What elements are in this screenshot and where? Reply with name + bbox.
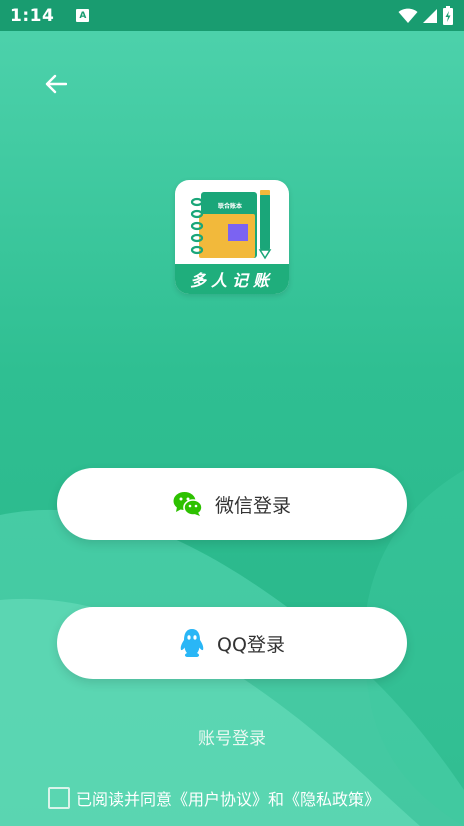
back-arrow-icon [45,74,67,94]
agreement-checkbox[interactable] [48,787,70,809]
wechat-login-label: 微信登录 [214,494,291,517]
wechat-login-button[interactable]: 微信登录 [57,468,407,540]
app-logo: 联合账本 多人记账 [175,180,289,294]
notebook-icon [190,190,272,260]
account-login-link[interactable]: 账号登录 [0,724,464,749]
status-icons [398,5,454,26]
wechat-icon [173,492,203,516]
status-time: 1:14 [10,5,55,26]
login-screen: 1:14 A 联合账本 多人记账 微信登录 QQ登录 账号登录 已阅读并同意《用… [0,0,464,826]
status-bar: 1:14 A [0,0,464,31]
back-button[interactable] [38,66,74,102]
qq-login-button[interactable]: QQ登录 [57,607,407,679]
agreement-text[interactable]: 已阅读并同意《用户协议》和《隐私政策》 [76,786,380,810]
signal-icon [423,8,437,23]
qq-icon [180,629,204,657]
battery-icon [443,5,453,25]
app-name: 多人记账 [175,264,289,294]
notebook-label: 联合账本 [217,203,242,210]
background-wave [0,470,464,826]
qq-login-label: QQ登录 [217,633,285,656]
wifi-icon [398,8,418,23]
agreement-row: 已阅读并同意《用户协议》和《隐私政策》 [48,786,380,810]
notification-icon: A [76,9,90,22]
